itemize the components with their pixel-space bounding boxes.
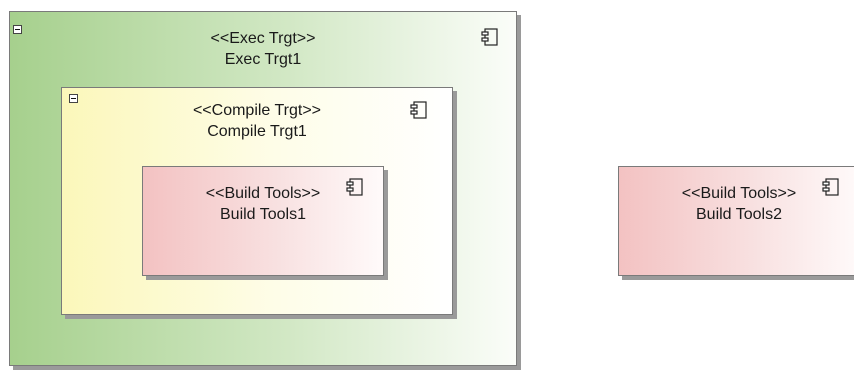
build-tools-label: <<Build Tools>> Build Tools2: [619, 183, 854, 225]
compile-target-stereotype: <<Compile Trgt>>: [192, 102, 322, 119]
component-icon: [481, 28, 498, 46]
build-tools-stereotype: <<Build Tools>>: [681, 185, 797, 202]
build-tools-node[interactable]: <<Build Tools>> Build Tools1: [142, 166, 384, 276]
build-tools-name: Build Tools1: [220, 206, 306, 223]
build-tools-node[interactable]: <<Build Tools>> Build Tools2: [618, 166, 854, 276]
component-icon: [346, 178, 363, 196]
build-tools-name: Build Tools2: [696, 206, 782, 223]
compile-target-node[interactable]: <<Compile Trgt>> Compile Trgt1 <<Build T…: [61, 87, 453, 315]
exec-target-name: Exec Trgt1: [224, 51, 302, 68]
compile-target-name: Compile Trgt1: [207, 123, 307, 140]
exec-target-node[interactable]: <<Exec Trgt>> Exec Trgt1 <<Compile Trgt>…: [9, 11, 517, 366]
component-icon: [822, 178, 839, 196]
compile-target-label: <<Compile Trgt>> Compile Trgt1: [62, 100, 452, 142]
exec-target-stereotype: <<Exec Trgt>>: [210, 30, 316, 47]
exec-target-label: <<Exec Trgt>> Exec Trgt1: [10, 28, 516, 70]
component-icon: [410, 101, 427, 119]
